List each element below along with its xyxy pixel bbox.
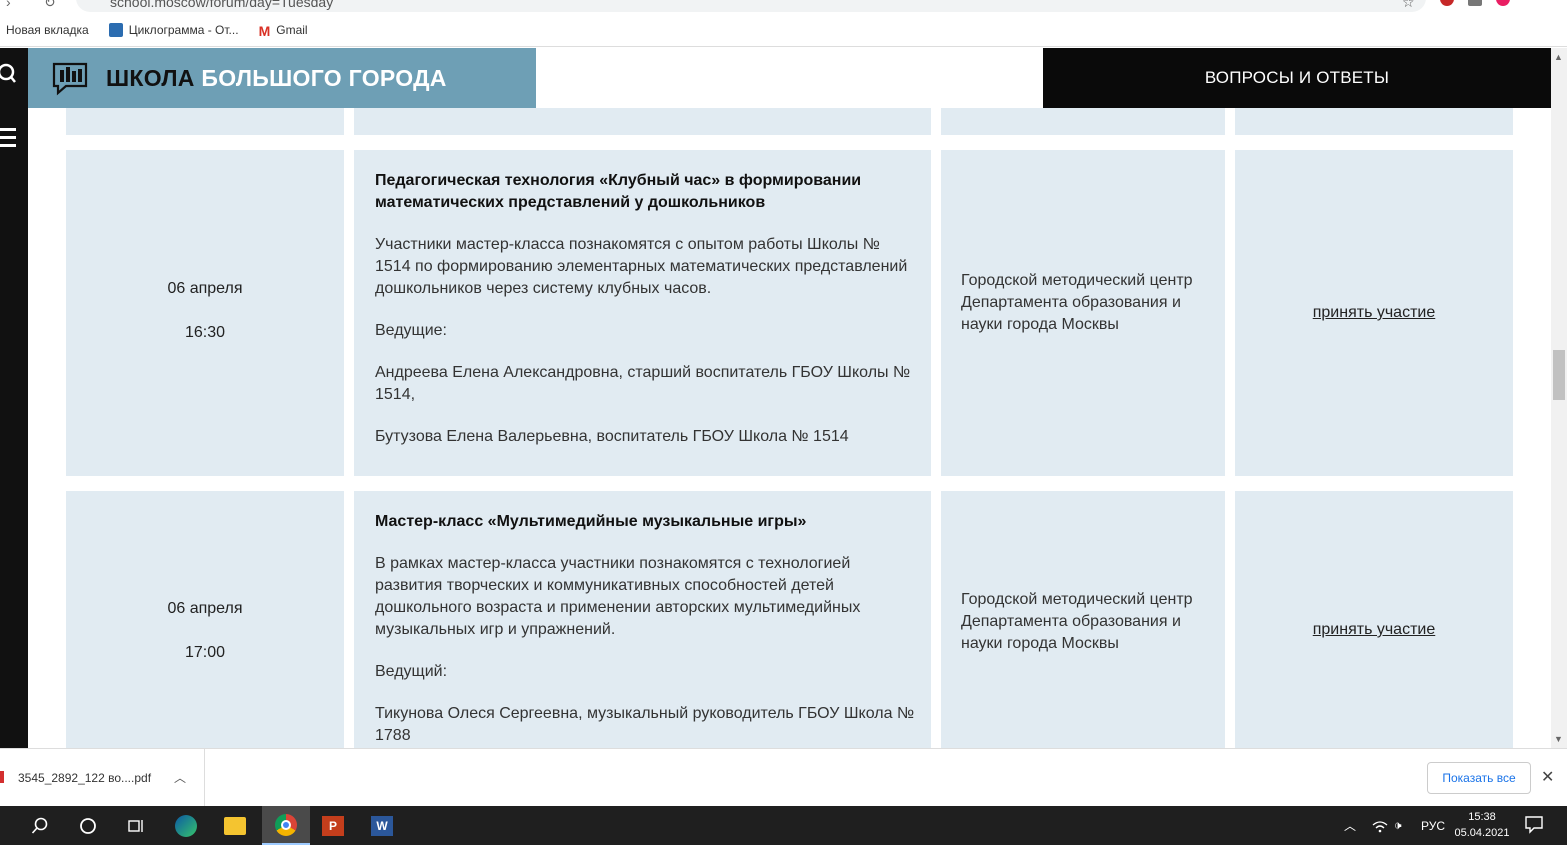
event-description: Участники мастер-класса познакомятся с о… [375, 236, 908, 297]
participate-link[interactable]: принять участие [1235, 621, 1513, 639]
language-indicator[interactable]: РУС [1421, 806, 1445, 845]
search-icon[interactable] [0, 62, 24, 86]
event-hosts-label: Ведущий: [375, 663, 448, 680]
page-scrollbar[interactable]: ▲ ▼ [1551, 48, 1567, 748]
event-host: Андреева Елена Александровна, старший во… [375, 364, 911, 403]
event-hosts-label: Ведущие: [375, 322, 447, 339]
table-row-date-cell: 06 апреля 16:30 [66, 150, 344, 476]
close-icon[interactable]: ✕ [1541, 767, 1554, 787]
download-item[interactable]: 3545_2892_122 во....pdf ︿ [0, 749, 205, 807]
scroll-up-icon[interactable]: ▲ [1554, 52, 1563, 62]
page-viewport: 06 апреля 16:30 Педагогическая технологи… [0, 48, 1551, 748]
table-row-description-cell: Мастер-класс «Мультимедийные музыкальные… [354, 491, 931, 748]
cyclogram-favicon-icon [108, 23, 123, 37]
table-row-action-cell: принять участие [1235, 491, 1513, 748]
forward-icon[interactable]: › [6, 0, 11, 10]
event-date: 06 апреля [167, 280, 243, 297]
event-title: Педагогическая технология «Клубный час» … [375, 172, 862, 211]
event-organizer: Городской методический центр Департамент… [961, 272, 1193, 333]
event-organizer: Городской методический центр Департамент… [961, 591, 1193, 652]
task-view-icon[interactable] [113, 806, 159, 845]
windows-taskbar: P W ︿ 🕩 РУС 15:38 05.04.2021 [0, 806, 1567, 845]
chevron-up-icon[interactable]: ︿ [174, 769, 186, 786]
chrome-app-icon[interactable] [262, 806, 310, 845]
header-spacer [536, 48, 1043, 108]
table-row-organizer-cell: Городской методический центр Департамент… [941, 491, 1225, 748]
powerpoint-app-icon[interactable]: P [310, 806, 356, 845]
table-row-action-cell: принять участие [1235, 150, 1513, 476]
site-title: ШКОЛА БОЛЬШОГО ГОРОДА [106, 65, 447, 92]
bookmark-gmail[interactable]: M Gmail [258, 23, 308, 39]
search-icon[interactable] [17, 806, 63, 845]
bookmark-cyclogram[interactable]: Циклограмма - От... [108, 23, 239, 37]
table-row-description-cell: Педагогическая технология «Клубный час» … [354, 150, 931, 476]
bookmark-label: Новая вкладка [6, 23, 89, 37]
table-row-organizer-cell: Городской методический центр Департамент… [941, 150, 1225, 476]
download-file-name: 3545_2892_122 во....pdf [18, 771, 152, 785]
bookmark-new-tab[interactable]: Новая вкладка [6, 23, 89, 37]
file-explorer-icon[interactable] [212, 806, 258, 845]
bookmark-label: Циклограмма - От... [128, 23, 239, 37]
event-title: Мастер-класс «Мультимедийные музыкальные… [375, 513, 807, 530]
hamburger-menu-icon[interactable] [0, 128, 18, 148]
show-hidden-icons-icon[interactable]: ︿ [1344, 806, 1356, 845]
event-description-block: Педагогическая технология «Клубный час» … [375, 170, 915, 468]
reload-icon[interactable]: ↻ [44, 0, 56, 11]
scroll-down-icon[interactable]: ▼ [1554, 734, 1563, 744]
browser-toolbar: › ↻ school.moscow/forum/day=Tuesday ☆ [0, 0, 1567, 14]
volume-icon[interactable]: 🕩 [1394, 806, 1402, 845]
faq-label: ВОПРОСЫ И ОТВЕТЫ [1204, 68, 1390, 87]
clock-time: 15:38 [1468, 811, 1496, 823]
faq-nav-button[interactable]: ВОПРОСЫ И ОТВЕТЫ [1043, 48, 1551, 108]
extension-icon[interactable] [1440, 0, 1454, 6]
site-title-light: БОЛЬШОГО ГОРОДА [201, 64, 447, 91]
bookmark-star-icon[interactable]: ☆ [1402, 0, 1415, 11]
event-time: 17:00 [184, 644, 226, 661]
clock-date: 05.04.2021 [1454, 827, 1510, 839]
scrollbar-thumb[interactable] [1553, 350, 1565, 400]
extensions-puzzle-icon[interactable] [1468, 0, 1482, 6]
downloads-bar: 3545_2892_122 во....pdf ︿ Показать все ✕ [0, 748, 1567, 807]
cortana-icon[interactable] [65, 806, 111, 845]
notification-center-icon[interactable] [1524, 814, 1544, 834]
network-icon[interactable] [1372, 806, 1388, 845]
bookmarks-bar: Новая вкладка Циклограмма - От... M Gmai… [0, 14, 1567, 47]
event-host: Тикунова Олеся Сергеевна, музыкальный ру… [375, 705, 915, 744]
bookmark-label: Gmail [276, 23, 308, 37]
word-app-icon[interactable]: W [359, 806, 405, 845]
participate-link[interactable]: принять участие [1235, 304, 1513, 322]
profile-avatar-icon[interactable] [1496, 0, 1510, 6]
gmail-icon: M [258, 23, 271, 39]
site-title-dark: ШКОЛА [106, 64, 195, 91]
system-clock[interactable]: 15:38 05.04.2021 [1452, 809, 1512, 841]
table-row-date-cell: 06 апреля 17:00 [66, 491, 344, 748]
side-rail [0, 48, 28, 748]
extensions-area [1440, 0, 1510, 6]
pdf-file-icon [0, 771, 4, 783]
site-logo-header[interactable]: ШКОЛА БОЛЬШОГО ГОРОДА [28, 48, 536, 108]
event-description: В рамках мастер-класса участники познако… [375, 555, 861, 638]
event-datetime: 06 апреля 17:00 [66, 600, 344, 662]
event-description-block: Мастер-класс «Мультимедийные музыкальные… [375, 511, 915, 748]
edge-app-icon[interactable] [163, 806, 209, 845]
show-all-downloads-button[interactable]: Показать все [1427, 762, 1531, 794]
city-chat-logo-icon [52, 62, 88, 96]
address-bar-text[interactable]: school.moscow/forum/day=Tuesday [110, 0, 333, 10]
event-date: 06 апреля [167, 600, 243, 617]
event-datetime: 06 апреля 16:30 [66, 280, 344, 342]
event-host: Бутузова Елена Валерьевна, воспитатель Г… [375, 428, 849, 445]
event-time: 16:30 [184, 324, 226, 341]
